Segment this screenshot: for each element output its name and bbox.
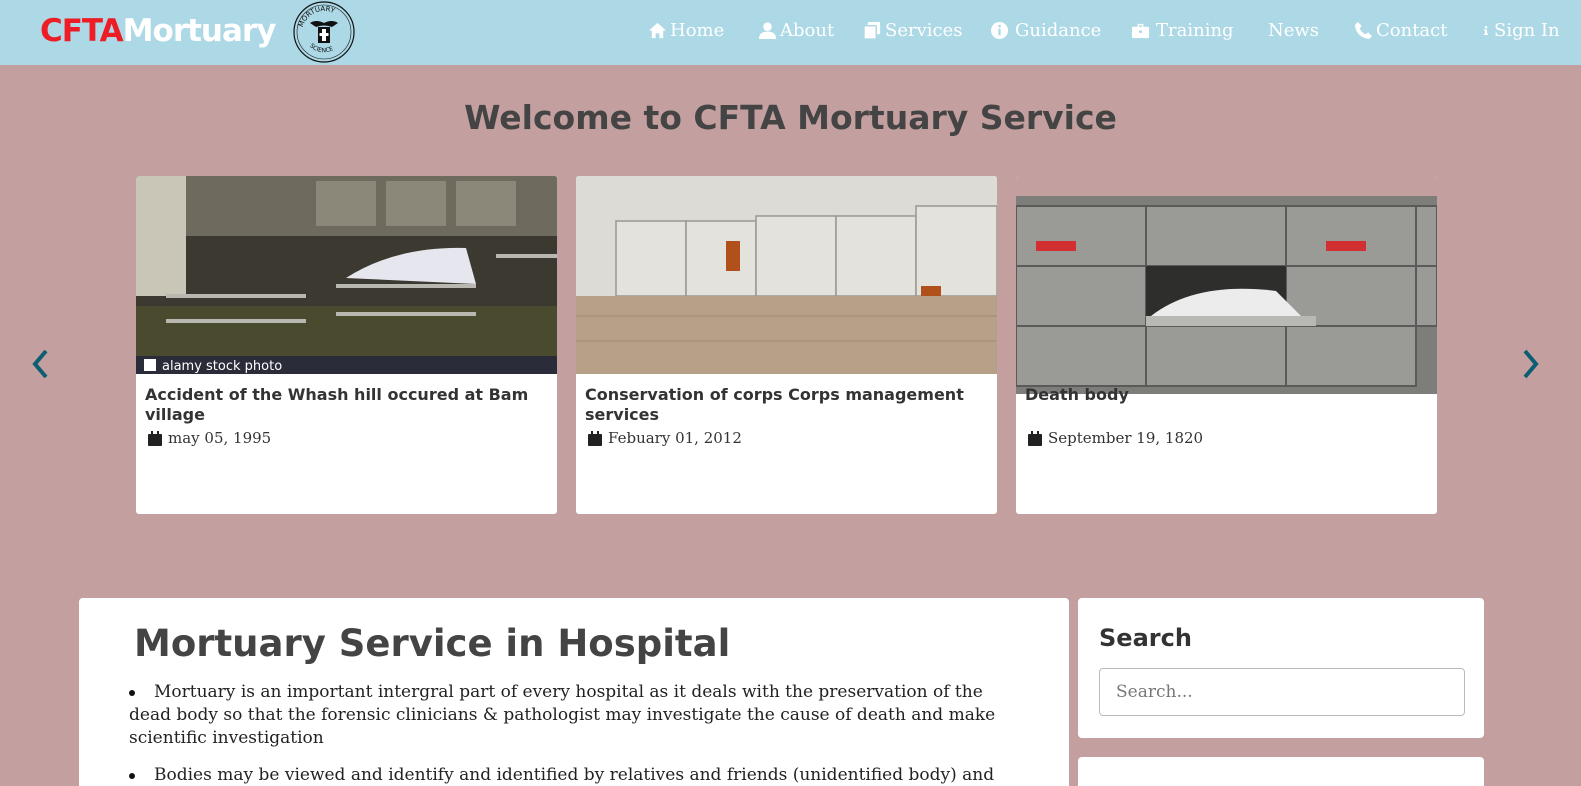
sidebar-panel <box>1078 757 1484 786</box>
brand-logo[interactable]: CFTAMortuary <box>40 13 277 49</box>
news-card[interactable]: Conservation of corps Corps management s… <box>576 176 997 514</box>
nav-signin[interactable]: Sign In <box>1481 20 1560 41</box>
nav-news-label: News <box>1268 20 1320 41</box>
navbar: CFTAMortuary MORTUARY SCIENCE Home About… <box>0 0 1581 65</box>
search-input[interactable] <box>1099 668 1465 716</box>
nav-training-label: Training <box>1156 20 1234 41</box>
card-image-morgue-trolley: alamy stock photo <box>136 176 557 374</box>
copy-icon <box>863 21 881 40</box>
card-image-watermark: alamy stock photo <box>162 359 282 374</box>
news-card[interactable]: alamy stock photo Accident of the Whash … <box>136 176 557 514</box>
main-bullet-list: Mortuary is an important intergral part … <box>129 681 1029 786</box>
card-date: September 19, 1820 <box>1028 429 1203 447</box>
brand-part2: Mortuary <box>122 13 277 49</box>
nav-guidance[interactable]: Guidance <box>990 20 1101 41</box>
info-circle-icon <box>990 21 1009 40</box>
main-content-panel: Mortuary Service in Hospital Mortuary is… <box>79 598 1069 786</box>
list-item: Bodies may be viewed and identify and id… <box>129 764 1029 786</box>
chevron-right-icon <box>1523 349 1539 379</box>
card-image-cold-storage <box>576 176 997 374</box>
phone-icon <box>1354 21 1373 40</box>
mortuary-seal-logo: MORTUARY SCIENCE <box>293 1 355 63</box>
card-date-text: Febuary 01, 2012 <box>608 429 742 447</box>
chevron-left-icon <box>32 349 48 379</box>
calendar-icon <box>148 430 162 446</box>
nav-training[interactable]: Training <box>1131 20 1234 41</box>
briefcase-icon <box>1131 23 1150 39</box>
news-card[interactable]: Death body September 19, 1820 <box>1016 176 1437 514</box>
card-title[interactable]: Conservation of corps Corps management s… <box>585 385 985 425</box>
home-icon <box>648 22 667 39</box>
card-date-text: September 19, 1820 <box>1048 429 1204 447</box>
card-date: may 05, 1995 <box>148 429 271 447</box>
carousel-next-button[interactable] <box>1521 348 1541 380</box>
user-icon <box>758 22 777 40</box>
nav-guidance-label: Guidance <box>1015 20 1102 41</box>
search-title: Search <box>1099 624 1192 652</box>
card-date-text: may 05, 1995 <box>168 429 272 447</box>
card-date: Febuary 01, 2012 <box>588 429 742 447</box>
nav-about[interactable]: About <box>758 20 834 41</box>
nav-signin-label: Sign In <box>1494 20 1560 41</box>
card-image-morgue-drawer <box>1016 196 1437 394</box>
nav-services[interactable]: Services <box>863 20 962 41</box>
calendar-icon <box>1028 430 1042 446</box>
nav-contact[interactable]: Contact <box>1354 20 1447 41</box>
nav-contact-label: Contact <box>1376 20 1448 41</box>
list-item: Mortuary is an important intergral part … <box>129 681 1029 750</box>
nav-services-label: Services <box>885 20 963 41</box>
calendar-icon <box>588 430 602 446</box>
nav-home[interactable]: Home <box>648 20 724 41</box>
brand-part1: CFTA <box>40 13 124 49</box>
carousel-prev-button[interactable] <box>30 348 50 380</box>
nav-home-label: Home <box>670 20 725 41</box>
search-panel: Search <box>1078 598 1484 738</box>
welcome-heading: Welcome to CFTA Mortuary Service <box>464 98 1117 137</box>
nav-news[interactable]: News <box>1268 20 1319 41</box>
card-title[interactable]: Accident of the Whash hill occured at Ba… <box>145 385 545 425</box>
main-title: Mortuary Service in Hospital <box>134 622 731 665</box>
card-title[interactable]: Death body <box>1025 385 1425 405</box>
info-icon <box>1484 25 1488 35</box>
nav-about-label: About <box>780 20 835 41</box>
